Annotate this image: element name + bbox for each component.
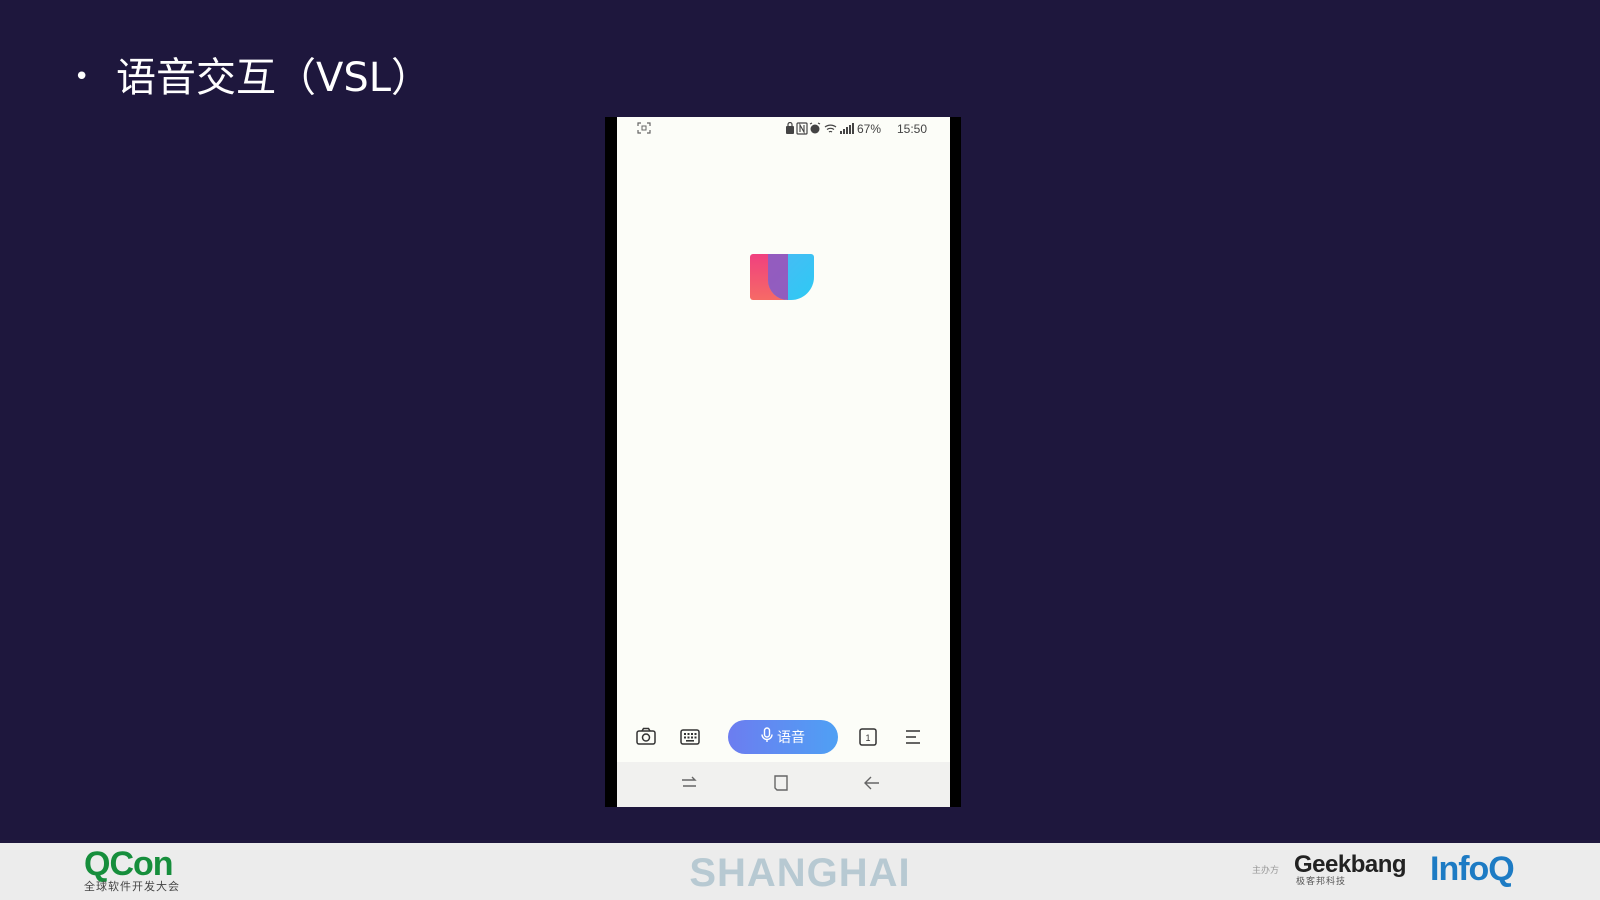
back-icon[interactable]: [863, 774, 881, 796]
assistant-logo: [750, 254, 814, 304]
phone-frame: 67% 15:50 语音 1: [605, 117, 961, 807]
signal-icon: [840, 123, 854, 134]
geekbang-logo-text: Geekbang: [1294, 851, 1407, 878]
nfc-icon: [796, 122, 808, 135]
bottom-toolbar: 语音 1: [617, 717, 950, 757]
organizer-label: 主办方: [1252, 866, 1280, 876]
qcon-logo: QCon 全球软件开发大会: [84, 847, 180, 893]
home-icon[interactable]: [772, 774, 790, 796]
status-bar: 67% 15:50: [617, 117, 950, 143]
footer: QCon 全球软件开发大会 SHANGHAI 主办方 Geekbang 极客邦科…: [0, 843, 1600, 900]
city-name: SHANGHAI: [689, 851, 911, 895]
tabs-button[interactable]: 1: [857, 726, 879, 748]
wifi-icon: [824, 124, 837, 133]
status-time: 15:50: [897, 122, 928, 136]
menu-icon[interactable]: [902, 726, 924, 748]
phone-screen: 67% 15:50 语音 1: [617, 117, 950, 807]
slide-title-text: 语音交互（VSL）: [116, 55, 432, 101]
alarm-icon: [809, 122, 821, 134]
voice-button[interactable]: 语音: [728, 720, 838, 754]
screenshot-icon: [637, 122, 651, 137]
navigation-bar: [617, 762, 950, 807]
voice-button-label: 语音: [777, 730, 805, 746]
status-icons: [785, 121, 857, 138]
camera-icon[interactable]: [635, 726, 657, 748]
recent-apps-icon[interactable]: [680, 774, 698, 796]
bullet-point: •: [74, 62, 90, 92]
battery-percentage: 67%: [857, 122, 882, 136]
geekbang-logo: Geekbang 极客邦科技: [1294, 851, 1407, 888]
geekbang-tagline: 极客邦科技: [1296, 877, 1347, 887]
keyboard-icon[interactable]: [679, 726, 701, 748]
microphone-icon: [761, 727, 773, 747]
tab-count: 1: [865, 733, 870, 743]
alarm-lock-icon: [786, 121, 794, 134]
qcon-logo-text: QCon: [84, 845, 174, 883]
infoq-logo: InfoQ: [1430, 850, 1515, 888]
slide-title: • 语音交互（VSL）: [74, 52, 431, 103]
qcon-tagline: 全球软件开发大会: [84, 880, 180, 893]
